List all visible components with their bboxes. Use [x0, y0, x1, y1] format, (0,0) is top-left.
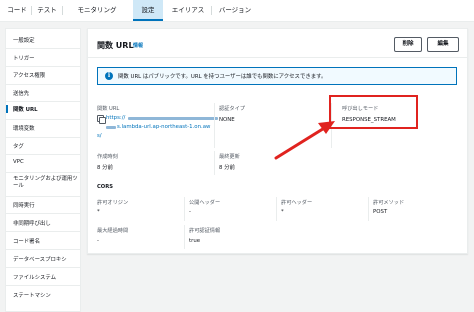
- public-url-alert: i 関数 URL はパブリックです。URL を持つユーザーは誰でも関数にアクセス…: [97, 67, 457, 85]
- sidebar-divider: [6, 213, 80, 214]
- allow-origin-value: *: [97, 209, 100, 215]
- sidebar-divider: [6, 48, 80, 49]
- redacted-url-segment: [128, 117, 218, 120]
- sidebar-divider: [6, 137, 80, 138]
- tab-separator: [31, 6, 32, 15]
- sidebar-divider: [6, 267, 80, 268]
- tab-bar: コード テスト モニタリング 設定 エイリアス バージョン: [0, 0, 474, 22]
- sidebar-divider: [6, 231, 80, 232]
- allow-origin-label: 許可オリジン: [97, 200, 129, 206]
- info-icon: i: [105, 72, 113, 80]
- column-separator: [184, 225, 185, 249]
- sidebar-item-function-url[interactable]: 関数 URL: [6, 105, 80, 113]
- column-separator: [214, 103, 215, 148]
- auth-type-label: 認証タイプ: [219, 106, 245, 112]
- tab-monitoring[interactable]: モニタリング: [64, 0, 130, 20]
- sidebar-item-triggers[interactable]: トリガー: [6, 54, 80, 62]
- tab-code[interactable]: コード: [4, 0, 30, 20]
- sidebar-item-code-signing[interactable]: コード署名: [6, 237, 80, 245]
- sidebar-divider: [6, 172, 80, 173]
- sidebar-item-db-proxies[interactable]: データベースプロキシ: [6, 255, 80, 263]
- sidebar-item-async-invocation[interactable]: 非同期呼び出し: [6, 219, 80, 227]
- allow-methods-label: 許可メソッド: [373, 200, 405, 206]
- allow-methods-value: POST: [373, 209, 388, 215]
- function-url-line3[interactable]: s/: [97, 133, 102, 139]
- column-separator: [184, 197, 185, 221]
- sidebar-item-general[interactable]: 一般設定: [6, 36, 80, 44]
- sidebar-divider: [6, 285, 80, 286]
- auth-type-value: NONE: [219, 117, 235, 123]
- sidebar-item-destinations[interactable]: 送信先: [6, 89, 80, 97]
- max-age-value: -: [97, 238, 99, 244]
- sidebar-item-state-machines[interactable]: ステートマシン: [6, 291, 80, 299]
- sidebar-divider: [6, 154, 80, 155]
- column-separator: [368, 197, 369, 221]
- tab-separator: [62, 6, 63, 15]
- allow-credentials-value: true: [189, 238, 201, 244]
- updated-label: 最終更新: [219, 154, 240, 160]
- sidebar-divider: [6, 66, 80, 67]
- sidebar-divider: [6, 249, 80, 250]
- sidebar-divider: [6, 101, 80, 102]
- tab-versions[interactable]: バージョン: [213, 0, 257, 20]
- function-url-line2[interactable]: s.lambda-url.ap-northeast-1.on.aw: [117, 124, 210, 130]
- allow-headers-value: *: [281, 209, 284, 215]
- copy-icon[interactable]: [97, 115, 106, 124]
- info-link[interactable]: 情報: [133, 42, 143, 49]
- sidebar-item-permissions[interactable]: アクセス権限: [6, 71, 80, 79]
- allow-credentials-label: 許可認証情報: [189, 228, 221, 234]
- function-url-link[interactable]: https://: [106, 115, 125, 121]
- sidebar-item-concurrency[interactable]: 同時実行: [6, 201, 80, 209]
- updated-value: 8 分前: [219, 165, 235, 171]
- redacted-url-segment: [106, 126, 116, 129]
- edit-button[interactable]: 編集: [427, 37, 459, 52]
- delete-button[interactable]: 削除: [394, 37, 422, 52]
- panel-title: 関数 URL: [97, 41, 134, 50]
- cors-heading: CORS: [97, 184, 113, 190]
- column-separator: [214, 151, 215, 175]
- created-value: 8 分前: [97, 165, 113, 171]
- expose-headers-label: 公開ヘッダー: [189, 200, 221, 206]
- expose-headers-value: -: [189, 209, 191, 215]
- sidebar-item-tags[interactable]: タグ: [6, 142, 80, 150]
- column-separator: [276, 197, 277, 221]
- tab-aliases[interactable]: エイリアス: [166, 0, 210, 20]
- header-divider: [88, 57, 467, 58]
- tab-separator: [211, 6, 212, 15]
- settings-sidebar: 一般設定 トリガー アクセス権限 送信先 関数 URL 環境変数 タグ VPC …: [5, 28, 81, 312]
- arrow-annotation: [274, 121, 335, 160]
- created-label: 作成時刻: [97, 154, 118, 160]
- sidebar-item-vpc[interactable]: VPC: [6, 159, 80, 165]
- allow-headers-label: 許可ヘッダー: [281, 200, 313, 206]
- max-age-label: 最大経過時間: [97, 228, 129, 234]
- sidebar-item-monitoring-tools[interactable]: モニタリングおよび運用ツール: [6, 176, 80, 190]
- sidebar-divider: [6, 84, 80, 85]
- sidebar-divider: [6, 196, 80, 197]
- tab-settings[interactable]: 設定: [133, 0, 163, 21]
- sidebar-divider: [6, 119, 80, 120]
- tab-test[interactable]: テスト: [33, 0, 61, 20]
- alert-text: 関数 URL はパブリックです。URL を持つユーザーは誰でも関数にアクセスでき…: [118, 74, 327, 80]
- sidebar-item-file-systems[interactable]: ファイルシステム: [6, 273, 80, 281]
- url-label: 関数 URL: [97, 106, 120, 112]
- sidebar-item-env-vars[interactable]: 環境変数: [6, 124, 80, 132]
